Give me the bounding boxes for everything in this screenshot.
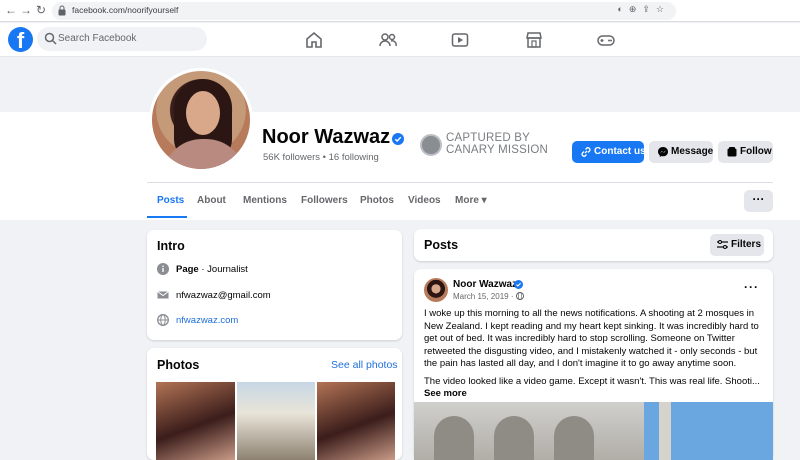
post-options-button[interactable]: ··· [744, 280, 759, 294]
watch-icon[interactable] [450, 30, 470, 50]
intro-title: Intro [157, 239, 185, 253]
filters-button[interactable]: Filters [710, 234, 764, 256]
tab-mentions[interactable]: Mentions [243, 195, 287, 206]
message-button[interactable]: Message [649, 141, 713, 163]
following-count[interactable]: 16 following [329, 152, 379, 163]
photo-thumbnail-2[interactable] [237, 382, 315, 460]
url-text: facebook.com/noorifyourself [72, 5, 179, 15]
followers-count[interactable]: 56K followers [263, 152, 320, 163]
globe-icon [515, 291, 524, 301]
post-author-name[interactable]: Noor Wazwaz [453, 279, 517, 290]
verified-badge-icon [392, 133, 404, 145]
verified-badge-icon [514, 280, 523, 289]
friends-icon[interactable] [378, 30, 398, 50]
facebook-logo[interactable]: f [8, 27, 33, 52]
messenger-icon [658, 147, 668, 157]
globe-icon [157, 314, 169, 326]
reload-icon[interactable]: ↻ [34, 3, 48, 17]
search-input[interactable]: Search Facebook [37, 27, 207, 51]
tab-posts[interactable]: Posts [157, 195, 184, 206]
posts-title: Posts [424, 238, 459, 252]
tab-videos[interactable]: Videos [408, 195, 441, 206]
intro-email: nfwazwaz@gmail.com [176, 290, 271, 301]
post-author-avatar[interactable] [424, 278, 448, 302]
post-paragraph-2: The video looked like a video game. Exce… [424, 375, 760, 387]
browser-toolbar: ← → ↻ facebook.com/noorifyourself ◐⊕⇪☆ [0, 0, 800, 22]
lock-icon [58, 5, 66, 16]
facebook-navbar: f Search Facebook [0, 23, 800, 57]
contact-us-button[interactable]: Contact us [572, 141, 646, 163]
post-timestamp[interactable]: March 15, 2019 · [453, 291, 524, 301]
photo-thumbnail-3[interactable] [317, 382, 395, 460]
profile-name: Noor Wazwaz [262, 126, 391, 148]
profile-avatar[interactable] [149, 68, 253, 172]
profile-more-button[interactable]: ··· [744, 190, 773, 212]
profile-header [0, 112, 800, 220]
see-more-link[interactable]: See more [424, 388, 467, 399]
follow-button[interactable]: Follow [718, 141, 773, 163]
see-all-photos-link[interactable]: See all photos [331, 359, 398, 371]
gaming-icon[interactable] [596, 30, 616, 50]
home-icon[interactable] [304, 30, 324, 50]
back-icon[interactable]: ← [4, 3, 18, 17]
forward-icon[interactable]: → [19, 3, 33, 17]
intro-website-link[interactable]: nfwazwaz.com [176, 315, 238, 326]
address-bar[interactable]: facebook.com/noorifyourself ◐⊕⇪☆ [52, 2, 676, 20]
follow-icon [727, 147, 737, 157]
canary-mission-watermark: CAPTURED BY CANARY MISSION [420, 132, 555, 158]
profile-divider [147, 182, 773, 183]
canary-logo-icon [420, 134, 442, 156]
tab-about[interactable]: About [197, 195, 226, 206]
tab-photos[interactable]: Photos [360, 195, 394, 206]
email-icon [157, 291, 169, 299]
post-body: I woke up this morning to all the news n… [424, 308, 770, 406]
post-paragraph-1: I woke up this morning to all the news n… [424, 308, 759, 369]
filters-icon [717, 240, 728, 249]
link-icon [581, 147, 591, 157]
search-icon [44, 32, 57, 45]
follower-stats: 56K followers • 16 following [263, 152, 379, 163]
tab-followers[interactable]: Followers [301, 195, 348, 206]
active-tab-indicator [147, 216, 187, 218]
info-icon [157, 263, 169, 275]
search-placeholder: Search Facebook [58, 33, 137, 44]
browser-actions[interactable]: ◐⊕⇪☆ [617, 4, 670, 15]
photos-title: Photos [157, 358, 200, 372]
post-image[interactable] [414, 402, 773, 460]
tab-more[interactable]: More ▾ [455, 195, 487, 206]
marketplace-icon[interactable] [524, 30, 544, 50]
photo-thumbnail-1[interactable] [156, 382, 235, 460]
